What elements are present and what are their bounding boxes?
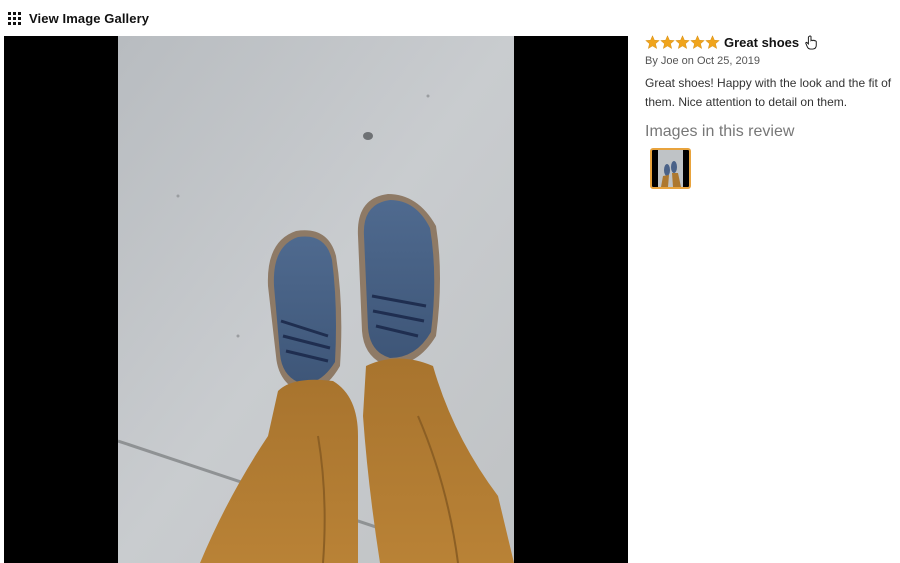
gallery-label: View Image Gallery <box>29 10 150 26</box>
review-title-row: Great shoes <box>645 33 900 51</box>
review-byline: By Joe on Oct 25, 2019 <box>645 55 760 67</box>
review-image-thumbnail[interactable] <box>650 148 691 189</box>
star-icon <box>645 34 660 49</box>
review-body: Great shoes! Happy with the look and the… <box>645 76 892 109</box>
review-photo[interactable] <box>118 36 514 563</box>
images-heading: Images in this review <box>645 123 795 140</box>
view-image-gallery-link[interactable]: View Image Gallery <box>8 9 149 27</box>
review-title: Great shoes <box>724 34 800 50</box>
star-icon <box>705 34 720 49</box>
star-icon <box>690 34 705 49</box>
review-panel: Great shoes By Joe on Oct 25, 2019 Great… <box>645 33 900 189</box>
grid-icon <box>8 11 21 25</box>
hand-pointer-icon <box>805 34 817 50</box>
image-viewer <box>4 36 628 563</box>
star-rating <box>645 34 720 50</box>
star-icon <box>660 34 675 49</box>
star-icon <box>675 34 690 49</box>
